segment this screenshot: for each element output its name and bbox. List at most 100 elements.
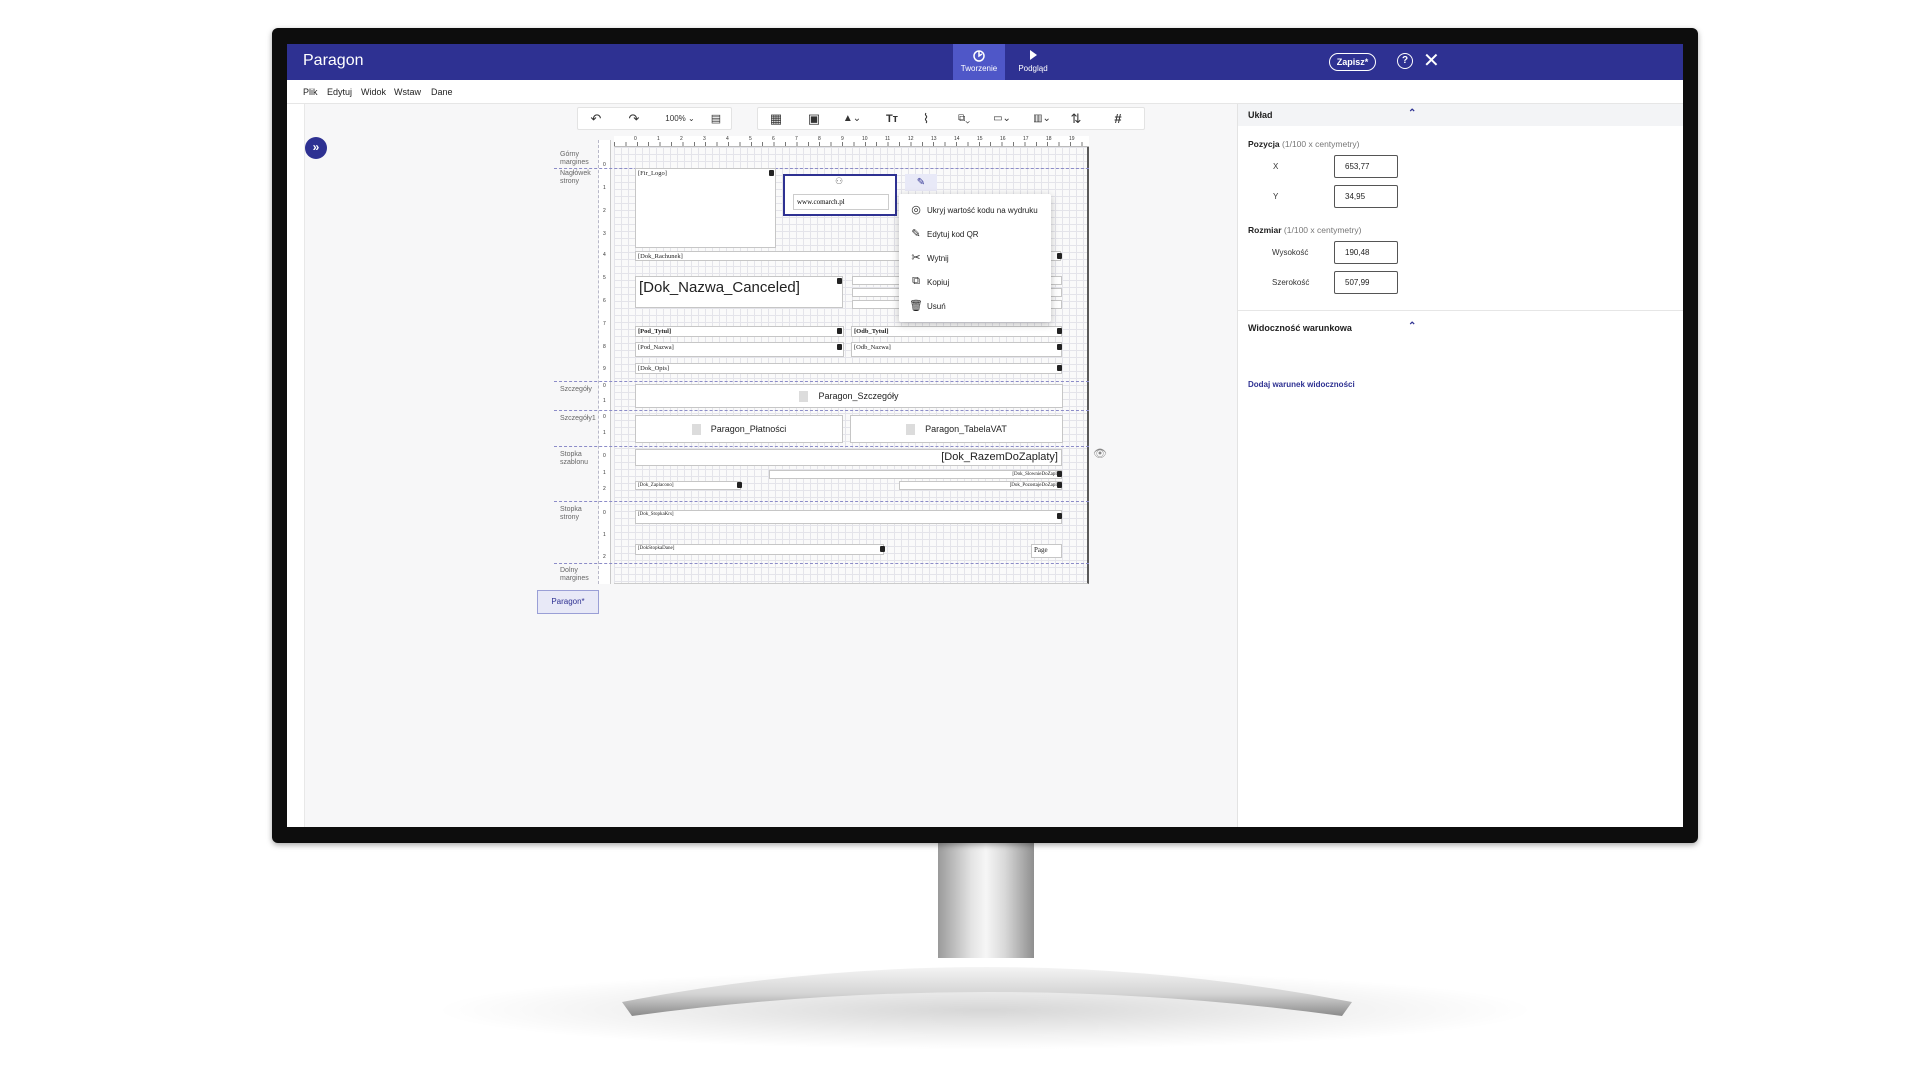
- context-menu-cut[interactable]: ✂ Wytnij: [899, 246, 1051, 270]
- context-menu-delete[interactable]: 🗑 Usuń: [899, 294, 1051, 318]
- field-slownie[interactable]: [Dok_SlownieDoZapla: [769, 470, 1062, 479]
- lock-icon: [837, 328, 842, 334]
- band-separator: [554, 410, 1089, 411]
- subreport-szczegoly[interactable]: Paragon_Szczegóły: [635, 384, 1063, 408]
- width-input[interactable]: 507,99: [1334, 271, 1398, 294]
- context-menu-copy[interactable]: ⧉ Kopiuj: [899, 270, 1051, 294]
- y-input[interactable]: 34,95: [1334, 185, 1398, 208]
- chevron-up-icon[interactable]: ⌃: [1408, 108, 1416, 119]
- qr-code-element[interactable]: ⚇ www.comarch.pl: [783, 174, 897, 216]
- layers-icon[interactable]: ⧉⌄: [950, 111, 978, 127]
- hruler-label: 5: [749, 136, 752, 142]
- band-dolny-margines[interactable]: Dolny margines: [560, 567, 596, 583]
- report-tab-paragon[interactable]: Paragon*: [537, 590, 599, 614]
- visibility-section-header[interactable]: Widoczność warunkowa ⌃: [1238, 317, 1683, 339]
- band-icon[interactable]: ▭⌄: [988, 111, 1016, 127]
- subreport-tabela-vat[interactable]: Paragon_TabelaVAT: [850, 415, 1063, 443]
- edit-pencil-button[interactable]: ✎: [905, 174, 937, 191]
- save-button[interactable]: Zapisz*: [1329, 53, 1376, 71]
- hruler-label: 3: [703, 136, 706, 142]
- subreport-platnosci-label: Paragon_Płatności: [710, 424, 787, 434]
- subreport-platnosci[interactable]: Paragon_Płatności: [635, 415, 843, 443]
- layout-section-header[interactable]: Układ ⌃: [1238, 104, 1683, 126]
- monitor-stand-base: [622, 967, 1352, 1016]
- field-zaplacono-text: [Dok_Zaplacono]: [638, 483, 674, 488]
- lock-icon: [837, 344, 842, 350]
- vruler-label: 2: [603, 208, 606, 214]
- chevron-up-icon[interactable]: ⌃: [1408, 321, 1416, 332]
- expand-panel-button[interactable]: »: [305, 137, 327, 159]
- field-pod-tytul-text: [Pod_Tytul]: [638, 328, 672, 335]
- toolbar-history: ↶ ↷ 100% ⌄ ▤: [577, 107, 732, 130]
- context-menu-hide-value[interactable]: ◎ Ukryj wartość kodu na wydruku: [899, 198, 1051, 222]
- vruler-label: 0: [603, 510, 606, 516]
- tab-podglad[interactable]: Podgląd: [1007, 44, 1059, 80]
- lock-icon: [837, 278, 842, 284]
- field-zaplacono[interactable]: [Dok_Zaplacono]: [635, 481, 741, 490]
- help-icon[interactable]: ?: [1397, 53, 1413, 69]
- redo-icon[interactable]: ↷: [626, 111, 642, 127]
- image-icon[interactable]: ▣: [806, 111, 822, 127]
- field-pod-tytul[interactable]: [Pod_Tytul]: [635, 326, 844, 337]
- visibility-eye-icon[interactable]: 👁: [1093, 447, 1107, 460]
- field-pozostaje[interactable]: [Dok_PozostajeDoZapla: [899, 481, 1062, 490]
- menu-dane[interactable]: Dane: [431, 87, 453, 97]
- hruler-label: 9: [841, 136, 844, 142]
- vruler-label: 1: [603, 185, 606, 191]
- tab-tworzenie[interactable]: Tworzenie: [953, 44, 1005, 80]
- shapes-icon[interactable]: ▲⌄: [838, 111, 866, 127]
- qr-value-text: www.comarch.pl: [797, 198, 845, 206]
- menu-wstaw[interactable]: Wstaw: [394, 87, 421, 97]
- field-page-number[interactable]: Page: [1031, 544, 1062, 558]
- x-input[interactable]: 653,77: [1334, 155, 1398, 178]
- hruler-label: 11: [885, 136, 891, 142]
- vruler-label: 3: [603, 231, 606, 237]
- field-stopka-dane[interactable]: [DokStopkaDane]: [635, 544, 884, 555]
- print-icon[interactable]: ▤: [708, 111, 724, 127]
- field-dok-nazwa[interactable]: [Dok_Nazwa_Canceled]: [635, 276, 843, 308]
- vruler-label: 0: [603, 453, 606, 459]
- vruler-label: 1: [603, 398, 606, 404]
- context-menu-label: Usuń: [927, 302, 946, 311]
- band-szczegoly1[interactable]: Szczegóły1: [560, 415, 596, 423]
- field-pod-nazwa[interactable]: [Pod_Nazwa]: [635, 342, 844, 357]
- menu-edytuj[interactable]: Edytuj: [327, 87, 352, 97]
- left-strip: [287, 104, 305, 827]
- app-screen: Paragon Tworzenie Podgląd Zapisz* ? ✕ Pl…: [287, 44, 1683, 827]
- field-odb-tytul[interactable]: [Odb_Tytul]: [851, 326, 1062, 337]
- context-menu-edit-qr[interactable]: ✎ Edytuj kod QR: [899, 222, 1051, 246]
- menu-widok[interactable]: Widok: [361, 87, 386, 97]
- zoom-select[interactable]: 100% ⌄: [660, 111, 700, 127]
- document-icon: [799, 391, 809, 403]
- table-icon[interactable]: ▦: [768, 111, 784, 127]
- band-szczegoly[interactable]: Szczegóły: [560, 386, 592, 394]
- band-stopka-strony[interactable]: Stopka strony: [560, 506, 590, 522]
- close-icon[interactable]: ✕: [1423, 49, 1440, 73]
- height-input[interactable]: 190,48: [1334, 241, 1398, 264]
- menu-plik[interactable]: Plik: [303, 87, 318, 97]
- add-visibility-condition-link[interactable]: Dodaj warunek widoczności: [1248, 380, 1355, 389]
- size-hint: (1/100 x centymetry): [1283, 225, 1362, 235]
- field-odb-nazwa[interactable]: [Odb_Nazwa]: [851, 342, 1062, 357]
- attachment-icon[interactable]: ⌇: [918, 111, 934, 127]
- field-razem-do-zaplaty[interactable]: [Dok_RazemDoZaplaty]: [635, 449, 1062, 466]
- barcode-icon[interactable]: ▥⌄: [1028, 111, 1056, 127]
- page-number-icon[interactable]: #: [1110, 111, 1126, 127]
- field-dok-opis[interactable]: [Dok_Opis]: [635, 363, 1062, 374]
- y-label: Y: [1273, 192, 1279, 201]
- field-stopka-krs[interactable]: [Dok_StopkaKrs]: [635, 510, 1062, 524]
- vruler-label: 1: [603, 532, 606, 538]
- text-icon[interactable]: Tт: [882, 111, 902, 127]
- band-gorny-margines[interactable]: Górny margines: [560, 151, 596, 167]
- scissors-icon: ✂: [911, 252, 921, 264]
- page-break-icon[interactable]: ⇅: [1068, 111, 1084, 127]
- field-firm-logo[interactable]: [Fir_Logo]: [635, 168, 776, 248]
- horizontal-ruler: 0 1 2 3 4 5 6 7 8 9 10 11 12 13 14 15 16…: [614, 136, 1089, 147]
- band-naglowek-strony[interactable]: Nagłówek strony: [560, 170, 598, 186]
- vruler-label: 2: [603, 486, 606, 492]
- width-label: Szerokość: [1272, 278, 1310, 287]
- app-title: Paragon: [303, 52, 364, 69]
- undo-icon[interactable]: ↶: [588, 111, 604, 127]
- tab-tworzenie-label: Tworzenie: [960, 64, 998, 73]
- band-stopka-szablonu[interactable]: Stopka szablonu: [560, 451, 594, 467]
